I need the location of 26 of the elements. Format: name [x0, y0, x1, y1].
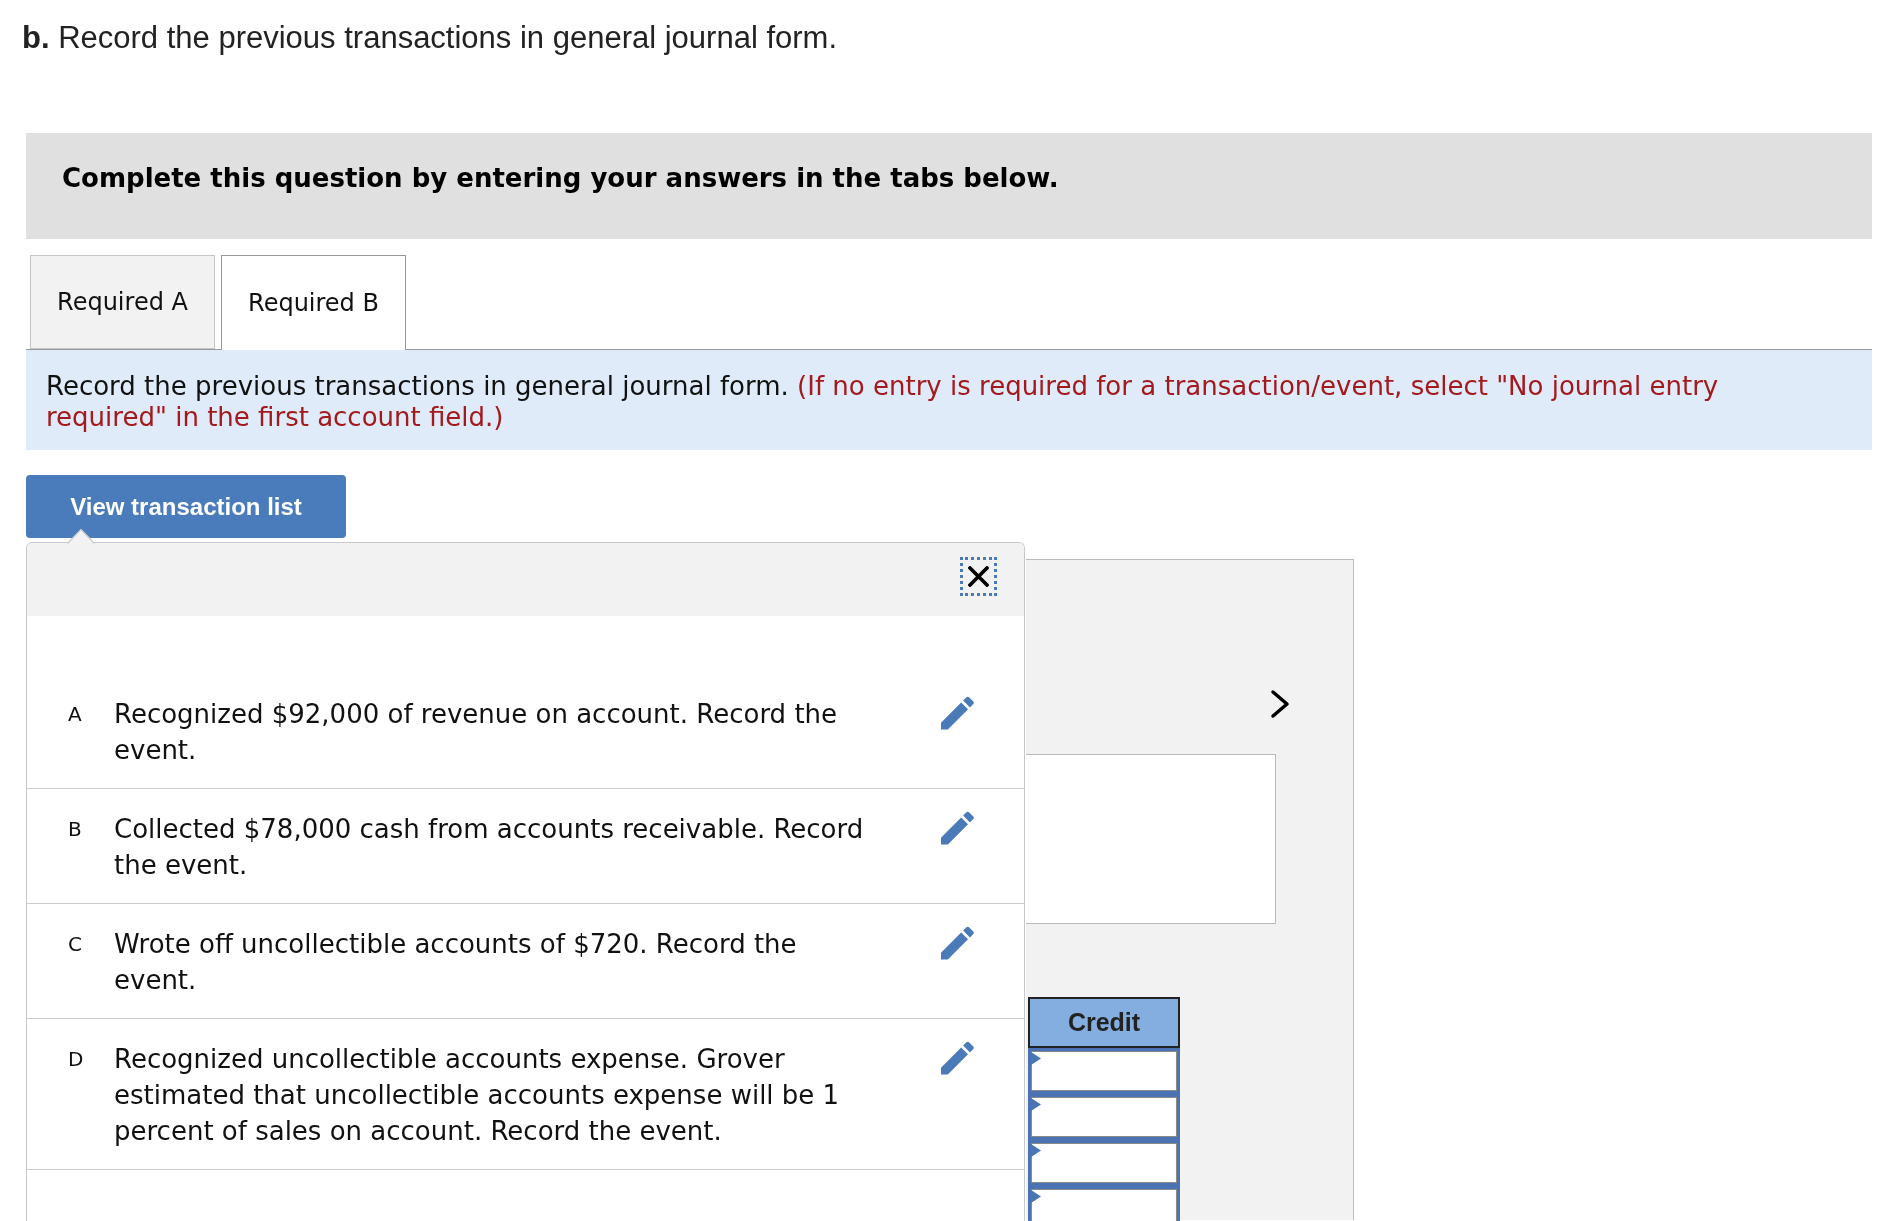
banner-text: Complete this question by entering your answers in the tabs below. — [62, 163, 1059, 193]
transaction-text: Recognized $92,000 of revenue on account. Record the event. — [114, 698, 839, 767]
tab[interactable]: Required B — [221, 255, 406, 350]
item-letter: C — [68, 931, 82, 958]
credit-input-field[interactable] — [1028, 1186, 1180, 1221]
close-button[interactable] — [960, 557, 997, 596]
credit-input-field[interactable] — [1028, 1140, 1180, 1186]
question-heading: b. Record the previous transactions in general journal form. — [22, 19, 838, 57]
transaction-text: Collected $78,000 cash from accounts receivable. Record the event. — [114, 813, 865, 882]
item-letter: D — [68, 1046, 84, 1073]
pencil-icon[interactable] — [941, 696, 974, 730]
credit-input-field[interactable] — [1028, 1094, 1180, 1140]
item-letter: A — [68, 701, 82, 728]
item-letter: B — [68, 816, 82, 843]
transaction-text: Wrote off uncollectible accounts of $720. Record the event. — [114, 928, 798, 997]
tab[interactable]: Required A — [30, 255, 215, 349]
view-transaction-list-button[interactable]: View transaction list — [26, 475, 346, 538]
pencil-icon[interactable] — [941, 1041, 974, 1075]
pencil-icon[interactable] — [941, 811, 974, 845]
close-icon — [968, 566, 989, 587]
credit-input-field[interactable] — [1028, 1048, 1180, 1094]
pencil-icon[interactable] — [941, 926, 974, 960]
instruction-text: Record the previous transactions in general journal form. (If no entry is required for a transaction/event, select "No journal entry required" in the first account field.) — [46, 371, 1720, 433]
transaction-text: Recognized uncollectible accounts expense. Grover estimated that uncollectible accounts expense will be 1 percent of sales on account. Record the event. — [114, 1043, 841, 1148]
chevron-right-icon[interactable] — [1270, 689, 1290, 719]
column-header: Credit — [1028, 997, 1180, 1048]
